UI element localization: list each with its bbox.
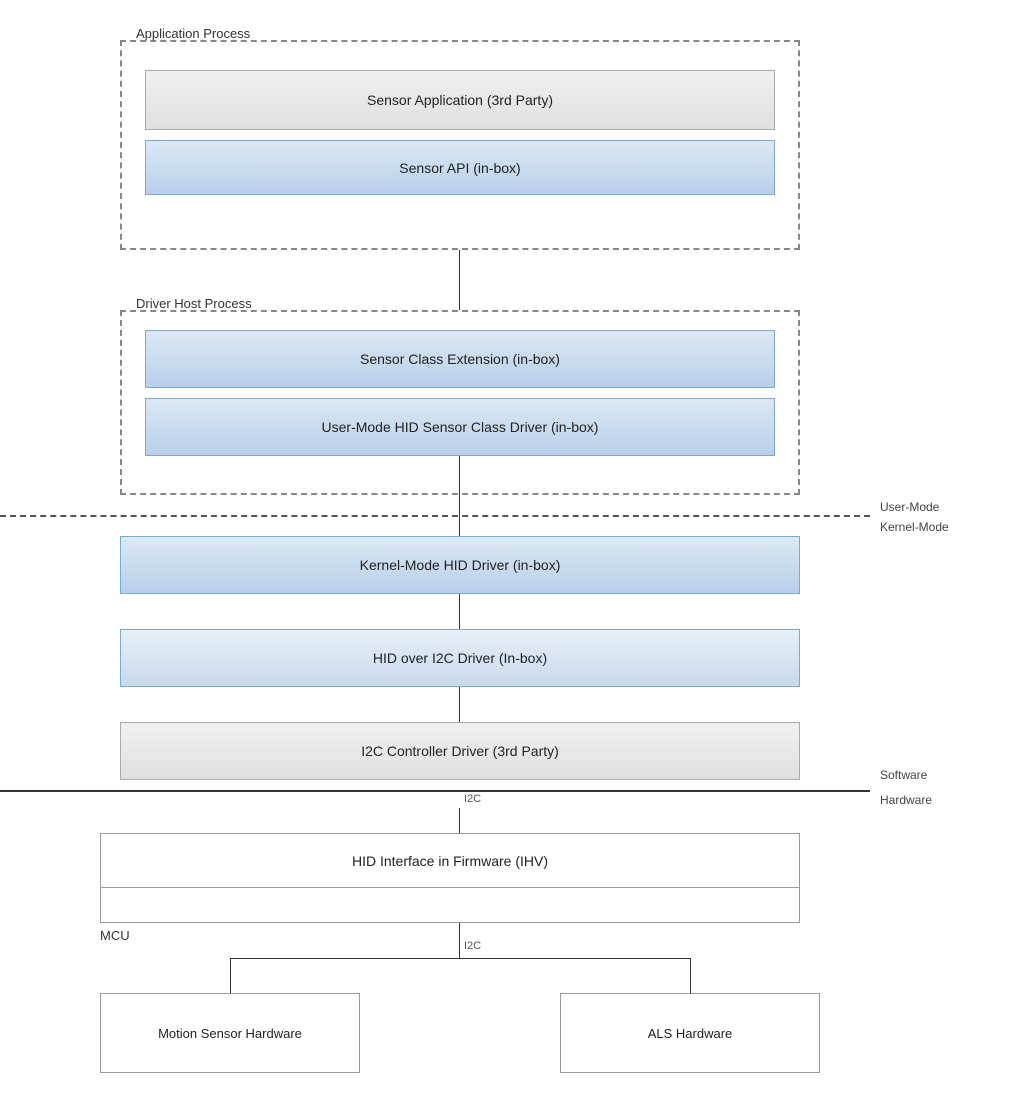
user-kernel-separator: [0, 515, 870, 517]
driver-host-label: Driver Host Process: [136, 296, 252, 311]
hid-i2c-box: HID over I2C Driver (In-box): [120, 629, 800, 687]
app-process-label: Application Process: [136, 26, 250, 41]
sensor-class-ext-label: Sensor Class Extension (in-box): [360, 351, 560, 367]
connector-right-branch: [690, 958, 691, 993]
i2c-bottom-label: I2C: [464, 940, 481, 952]
hid-firmware-label: HID Interface in Firmware (IHV): [352, 853, 548, 869]
sensor-class-ext-box: Sensor Class Extension (in-box): [145, 330, 775, 388]
user-mode-label: User-Mode: [880, 500, 939, 514]
kernel-hid-box: Kernel-Mode HID Driver (in-box): [120, 536, 800, 594]
sensor-app-box: Sensor Application (3rd Party): [145, 70, 775, 130]
connector-kernel-to-hid-i2c: [459, 594, 460, 629]
i2c-branch-line: [230, 958, 690, 959]
i2c-top-label: I2C: [464, 793, 481, 805]
sensor-api-label: Sensor API (in-box): [399, 160, 520, 176]
motion-sensor-box: Motion Sensor Hardware: [100, 993, 360, 1073]
als-hardware-label: ALS Hardware: [648, 1026, 733, 1041]
i2c-controller-box: I2C Controller Driver (3rd Party): [120, 722, 800, 780]
kernel-mode-label: Kernel-Mode: [880, 520, 949, 534]
software-hardware-separator: [0, 790, 870, 792]
software-label: Software: [880, 768, 927, 782]
sensor-api-box: Sensor API (in-box): [145, 140, 775, 195]
motion-sensor-label: Motion Sensor Hardware: [158, 1026, 302, 1041]
hardware-label: Hardware: [880, 793, 932, 807]
mcu-label: MCU: [100, 928, 130, 943]
hid-i2c-label: HID over I2C Driver (In-box): [373, 650, 547, 666]
connector-usermode-to-kernel: [459, 456, 460, 536]
connector-left-branch: [230, 958, 231, 993]
i2c-controller-label: I2C Controller Driver (3rd Party): [361, 743, 559, 759]
connector-i2c-to-firmware: [459, 808, 460, 833]
user-mode-hid-label: User-Mode HID Sensor Class Driver (in-bo…: [322, 419, 599, 435]
hid-firmware-box: HID Interface in Firmware (IHV): [100, 833, 800, 888]
diagram-container: Application Process Sensor Application (…: [0, 0, 1030, 1110]
connector-mcu-down: [459, 923, 460, 958]
als-hardware-box: ALS Hardware: [560, 993, 820, 1073]
connector-api-to-driver: [459, 250, 460, 310]
sensor-app-label: Sensor Application (3rd Party): [367, 92, 553, 108]
mcu-blank-box: [100, 888, 800, 923]
user-mode-hid-box: User-Mode HID Sensor Class Driver (in-bo…: [145, 398, 775, 456]
kernel-hid-label: Kernel-Mode HID Driver (in-box): [360, 557, 561, 573]
connector-hid-i2c-to-controller: [459, 687, 460, 722]
